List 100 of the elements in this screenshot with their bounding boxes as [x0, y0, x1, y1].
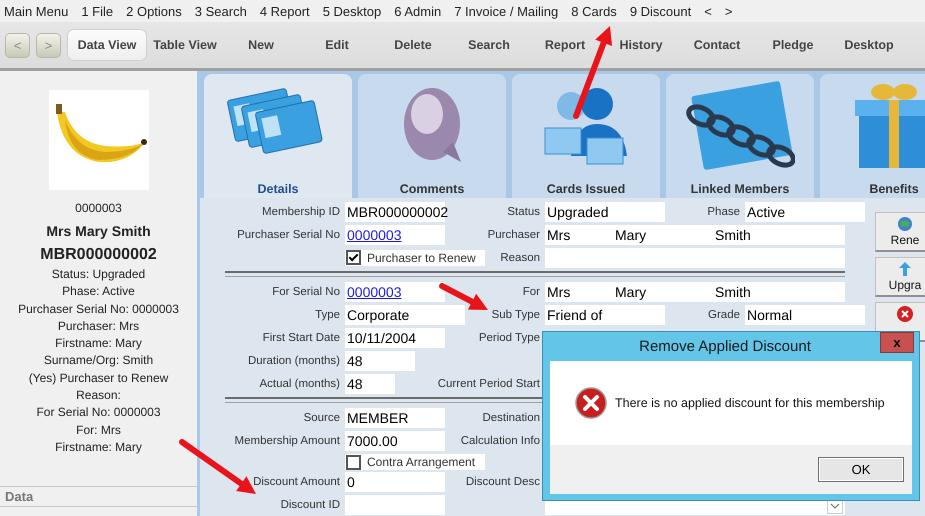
field-label: Actual (months) [259, 378, 340, 390]
name-field[interactable]: Mrs Mary Smith [545, 224, 845, 244]
action-button[interactable]: Rene [875, 212, 925, 252]
menu-item[interactable]: 8 Cards [571, 4, 617, 18]
field-label: Current Period Start [438, 378, 540, 390]
summary-text: (Yes) Purchaser to Renew [28, 370, 168, 387]
section-tab[interactable]: Details [204, 74, 352, 198]
field-label: Period Type [478, 332, 540, 344]
section-tab[interactable]: Benefits [820, 74, 925, 198]
ok-button[interactable]: OK [818, 457, 904, 482]
toolbar-button[interactable]: Data View [67, 29, 147, 61]
text-field[interactable]: Normal [745, 304, 865, 324]
summary-text: Status: Upgraded [52, 266, 146, 283]
dialog-message: There is no applied discount for this membership [615, 396, 885, 410]
toolbar-button[interactable]: New [223, 29, 299, 61]
field-label: Grade [708, 308, 740, 320]
field-label: For Serial No [272, 286, 340, 298]
checkbox-label: Purchaser to Renew [367, 250, 476, 264]
toolbar-button[interactable]: Desktop [831, 29, 907, 61]
menu-item[interactable]: < [704, 4, 712, 18]
field-label: Purchaser Serial No [237, 228, 340, 240]
summary-text: Firstname: Mary [55, 438, 142, 456]
field-label: Destination [482, 412, 540, 424]
toolbar-button[interactable]: Edit [299, 29, 375, 61]
summary-text: Phase: Active [62, 283, 135, 300]
summary-text: Firstname: Mary [55, 335, 142, 352]
dialog-title: Remove Applied Discount [638, 338, 812, 355]
section-tab[interactable]: Comments [358, 74, 506, 198]
toolbar-button[interactable]: Pledge [755, 29, 831, 61]
field-label: Purchaser [488, 228, 540, 240]
close-button[interactable]: x [880, 332, 914, 353]
field-label: Phase [707, 206, 740, 218]
menu-item[interactable]: Main Menu [4, 4, 68, 18]
text-field[interactable] [345, 494, 445, 514]
text-field[interactable]: 10/11/2004 [345, 328, 445, 348]
summary-text: Surname/Org: Smith [44, 352, 154, 370]
summary-text: 0000003 [75, 200, 122, 217]
summary-text: Purchaser Serial No: 0000003 [18, 300, 179, 318]
serial-link[interactable]: 0000003 [347, 224, 402, 244]
checkbox-label: Contra Arrangement [367, 455, 476, 469]
field-label: Calculation Info [460, 434, 540, 446]
checkbox[interactable] [346, 454, 361, 470]
text-field[interactable]: 48 [345, 374, 395, 394]
annotation-arrow [439, 283, 488, 310]
text-field[interactable]: 7000.00 [345, 430, 445, 450]
error-icon [575, 387, 607, 419]
checkbox[interactable] [346, 250, 361, 265]
field-label: Sub Type [492, 308, 540, 320]
menu-item[interactable]: 1 File [81, 4, 114, 18]
field-label: Membership Amount [234, 434, 340, 446]
text-field[interactable]: Corporate [345, 304, 465, 324]
menu-item[interactable]: 6 Admin [394, 4, 442, 18]
menu-item[interactable]: 4 Report [260, 4, 310, 18]
action-button[interactable]: Upgra [875, 257, 925, 297]
field-label: Discount Amount [253, 476, 340, 488]
toolbar-button[interactable]: Table View [147, 29, 223, 61]
text-field[interactable]: 48 [345, 350, 415, 370]
section-tab[interactable]: Linked Members [666, 74, 814, 198]
summary-text: For: Mrs [76, 422, 121, 439]
name-field[interactable]: Mrs Mary Smith [545, 282, 845, 302]
menu-item[interactable]: > [724, 4, 732, 18]
toolbar-button[interactable]: History [603, 29, 679, 61]
text-field[interactable]: Active [745, 202, 865, 222]
summary-text: MBR000000002 [40, 245, 157, 265]
field-label: Source [304, 412, 340, 424]
menu-item[interactable]: 7 Invoice / Mailing [454, 4, 558, 18]
menu-item[interactable]: 9 Discount [630, 4, 692, 18]
menu-item[interactable]: 2 Options [126, 4, 182, 18]
menu-item[interactable]: 5 Desktop [322, 4, 382, 18]
toolbar-button[interactable]: Search [451, 29, 527, 61]
section-tab[interactable]: Cards Issued [512, 74, 660, 198]
summary-text: Mrs Mary Smith [46, 222, 151, 241]
section-header: Data [0, 486, 197, 507]
field-label: Membership ID [262, 206, 340, 218]
field-label: Discount Desc [466, 476, 540, 488]
text-field[interactable]: MEMBER [345, 408, 445, 428]
toolbar-button[interactable]: Contact [679, 29, 755, 61]
field-label: Status [507, 206, 540, 218]
summary-text: Purchaser: Mrs [58, 318, 140, 335]
field-label: First Start Date [262, 332, 340, 344]
text-field[interactable]: MBR000000002 [345, 202, 445, 222]
menu-item[interactable]: 3 Search [194, 4, 247, 18]
toolbar-button[interactable]: Report [527, 29, 603, 61]
text-field[interactable] [545, 248, 845, 268]
summary-text: Reason: [76, 387, 121, 404]
serial-link[interactable]: 0000003 [347, 282, 402, 302]
text-field[interactable]: 0 [345, 472, 445, 492]
toolbar-button[interactable]: Delete [375, 29, 451, 61]
text-field[interactable]: 0000003 [345, 282, 445, 302]
field-label: Type [315, 308, 340, 320]
summary-text: For Serial No: 0000003 [36, 404, 161, 422]
field-label: Discount ID [280, 498, 340, 510]
text-field[interactable]: Friend of [545, 304, 665, 324]
text-field[interactable]: 0000003 [345, 224, 445, 244]
text-field[interactable]: Upgraded [545, 202, 665, 222]
field-label: Reason [500, 252, 540, 264]
globe-icon [896, 215, 914, 233]
error-icon [896, 305, 914, 323]
field-label: Duration (months) [248, 354, 340, 366]
field-label: For [522, 286, 540, 298]
